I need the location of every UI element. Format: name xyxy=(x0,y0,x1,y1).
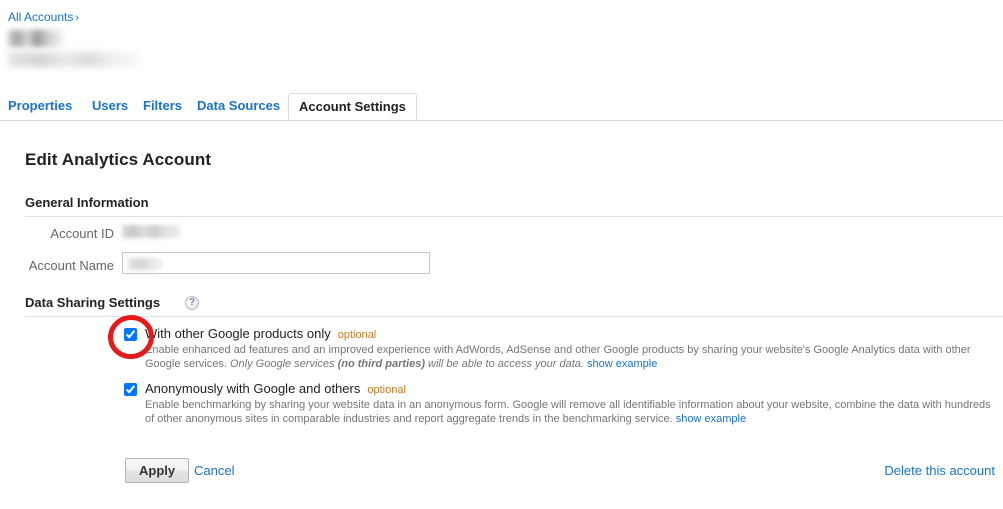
tab-account-settings[interactable]: Account Settings xyxy=(288,93,417,120)
account-name-redacted-block xyxy=(8,30,64,47)
account-name-input[interactable] xyxy=(122,252,430,274)
desc-text-italic: Only Google services xyxy=(229,358,338,370)
general-information-divider xyxy=(25,216,1003,217)
tab-users[interactable]: Users xyxy=(92,93,128,120)
desc-text-italic2: will be able to access your data. xyxy=(424,358,588,370)
share-anonymously-checkbox[interactable] xyxy=(124,383,137,396)
share-option-anonymous-optional-badge: optional xyxy=(367,384,406,396)
breadcrumb-separator-icon: › xyxy=(75,12,80,24)
show-example-link-google[interactable]: show example xyxy=(587,358,657,370)
desc-text-italic-bold: (no third parties) xyxy=(337,358,425,370)
data-sharing-divider xyxy=(25,316,1003,317)
general-information-heading: General Information xyxy=(25,195,149,210)
show-example-link-anonymous[interactable]: show example xyxy=(676,413,746,425)
desc-text-part1: Enable benchmarking by sharing your webs… xyxy=(145,399,991,425)
share-option-google-description: Enable enhanced ad features and an impro… xyxy=(145,343,1001,371)
help-question-icon[interactable]: ? xyxy=(185,296,199,310)
apply-button[interactable]: Apply xyxy=(125,458,190,483)
share-with-google-products-checkbox[interactable] xyxy=(124,328,137,341)
delete-this-account-link[interactable]: Delete this account xyxy=(884,463,995,478)
tab-filters[interactable]: Filters xyxy=(143,93,182,120)
share-option-google-optional-badge: optional xyxy=(337,329,377,341)
account-id-value-redacted xyxy=(122,225,180,238)
account-id-label: Account ID xyxy=(50,226,114,241)
data-sharing-settings-heading: Data Sharing Settings xyxy=(25,295,161,310)
account-property-redacted-block xyxy=(8,52,138,67)
tab-data-sources[interactable]: Data Sources xyxy=(197,93,280,120)
account-name-label: Account Name xyxy=(28,258,114,273)
tab-properties[interactable]: Properties xyxy=(8,93,72,120)
share-option-anonymous-title-row: Anonymously with Google and others option… xyxy=(145,381,406,396)
breadcrumb: All Accounts › xyxy=(8,10,79,25)
account-tab-bar: Properties Users Filters Data Sources Ac… xyxy=(0,93,1003,121)
breadcrumb-all-accounts-link[interactable]: All Accounts xyxy=(8,10,73,24)
cancel-link[interactable]: Cancel xyxy=(194,463,234,478)
share-option-anonymous-title: Anonymously with Google and others xyxy=(145,381,361,396)
share-option-google-title: With other Google products only xyxy=(145,326,331,341)
page-title: Edit Analytics Account xyxy=(25,150,212,169)
share-option-google-title-row: With other Google products only optional xyxy=(145,326,376,341)
share-option-anonymous-description: Enable benchmarking by sharing your webs… xyxy=(145,398,1001,426)
